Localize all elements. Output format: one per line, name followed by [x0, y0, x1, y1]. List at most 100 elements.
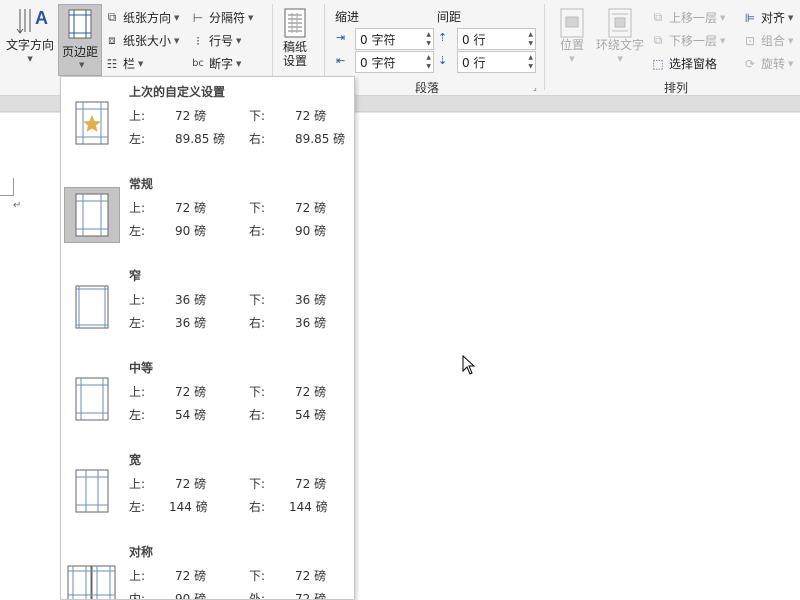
- group-separator: [544, 4, 545, 90]
- preset-left-value: 54 磅: [175, 408, 207, 422]
- group-button[interactable]: ⊡ 组合 ▼: [742, 32, 793, 49]
- columns-label: 栏: [123, 57, 136, 71]
- margins-button[interactable]: 页边距 ▼: [58, 4, 102, 76]
- group-icon: ⊡: [744, 33, 756, 48]
- chevron-down-icon: ▼: [236, 59, 242, 68]
- position-button[interactable]: 位置 ▼: [558, 8, 586, 66]
- chevron-down-icon: ▼: [788, 36, 794, 45]
- preset-name: 对称: [129, 545, 154, 559]
- send-backward-icon: ⧉: [653, 33, 663, 47]
- preset-bottom-value: 36 磅: [295, 293, 327, 307]
- wrap-text-icon: [608, 8, 632, 38]
- spin-arrows-icon[interactable]: ▲ ▼: [528, 30, 533, 48]
- line-numbers-button[interactable]: ⁝ 行号 ▼: [190, 32, 241, 49]
- preset-top-label: 上:: [129, 201, 146, 215]
- bring-forward-button[interactable]: ⧉ 上移一层 ▼: [650, 9, 726, 26]
- preset-right-value: 36 磅: [295, 316, 327, 330]
- size-button[interactable]: ⧈ 纸张大小 ▼: [104, 32, 179, 49]
- spacing-after-value: 0 行: [462, 55, 486, 70]
- preset-top-value: 72 磅: [175, 201, 207, 215]
- margin-preset-last-custom[interactable]: 上次的自定义设置 上: 72 磅 下: 72 磅 左: 89.85 磅 右: 8…: [61, 77, 354, 169]
- chevron-down-icon: ▼: [617, 55, 623, 63]
- wrap-text-button[interactable]: 环绕文字 ▼: [596, 8, 644, 66]
- chevron-down-icon: ▼: [248, 13, 254, 22]
- manuscript-settings-button[interactable]: 稿纸 设置: [282, 8, 308, 68]
- margin-preset-mirrored[interactable]: 对称 上: 72 磅 下: 72 磅 内: 90 磅 外: 72 磅: [61, 537, 354, 600]
- moderate-margins-icon: [64, 371, 120, 427]
- text-direction-button[interactable]: A 文字方向 ▼: [6, 6, 54, 66]
- preset-right-value: 54 磅: [295, 408, 327, 422]
- hyphenation-button[interactable]: bc 断字 ▼: [190, 55, 241, 72]
- bring-forward-label: 上移一层: [669, 11, 718, 25]
- selection-pane-button[interactable]: ⬚ 选择窗格: [650, 55, 717, 72]
- indent-right-value: 0 字符: [360, 55, 396, 70]
- spacing-before-icon: ⇡: [438, 31, 448, 44]
- spacing-before-value: 0 行: [462, 32, 486, 47]
- breaks-icon: ⊢: [192, 10, 204, 25]
- dialog-launcher-icon[interactable]: ⌟: [533, 83, 537, 92]
- star-page-icon: [64, 95, 120, 151]
- columns-icon: ☷: [106, 56, 118, 71]
- spin-arrows-icon[interactable]: ▲ ▼: [426, 30, 431, 48]
- rotate-button[interactable]: ⟳ 旋转 ▼: [742, 55, 793, 72]
- indent-left-value: 0 字符: [360, 32, 396, 47]
- chevron-down-icon: ▼: [174, 13, 180, 22]
- preset-top-label: 上:: [129, 569, 146, 583]
- preset-name: 中等: [129, 361, 154, 375]
- rotate-icon: ⟳: [744, 56, 756, 71]
- preset-bottom-label: 下:: [249, 109, 266, 123]
- indent-right-input[interactable]: 0 字符 ▲ ▼: [355, 51, 434, 73]
- preset-bottom-value: 72 磅: [295, 109, 327, 123]
- preset-inside-label: 内:: [129, 592, 146, 600]
- align-button[interactable]: ⊫ 对齐 ▼: [742, 9, 794, 26]
- breaks-label: 分隔符: [209, 11, 246, 25]
- preset-name: 宽: [129, 453, 142, 467]
- send-backward-button[interactable]: ⧉ 下移一层 ▼: [650, 32, 726, 49]
- spacing-after-input[interactable]: 0 行 ▲ ▼: [457, 51, 536, 73]
- columns-button[interactable]: ☷ 栏 ▼: [104, 55, 144, 72]
- preset-inside-value: 90 磅: [175, 592, 207, 600]
- orientation-label: 纸张方向: [123, 11, 172, 25]
- spin-arrows-icon[interactable]: ▲ ▼: [528, 53, 533, 71]
- preset-bottom-label: 下:: [249, 569, 266, 583]
- preset-top-label: 上:: [129, 477, 146, 491]
- margin-preset-narrow[interactable]: 窄 上: 36 磅 下: 36 磅 左: 36 磅 右: 36 磅: [61, 261, 354, 353]
- preset-outside-label: 外:: [249, 592, 266, 600]
- bring-forward-icon: ⧉: [653, 10, 663, 24]
- manuscript-paper-icon: [284, 8, 306, 38]
- preset-top-value: 36 磅: [175, 293, 207, 307]
- spacing-before-input[interactable]: 0 行 ▲ ▼: [457, 28, 536, 50]
- preset-left-value: 89.85 磅: [175, 132, 226, 146]
- align-label: 对齐: [761, 11, 786, 25]
- paragraph-mark-icon: ↵: [13, 200, 22, 211]
- preset-right-label: 右:: [249, 316, 266, 330]
- indent-left-input[interactable]: 0 字符 ▲ ▼: [355, 28, 434, 50]
- margin-preset-normal[interactable]: 常规 上: 72 磅 下: 72 磅 左: 90 磅 右: 90 磅: [61, 169, 354, 261]
- mirrored-margins-icon: [64, 555, 120, 599]
- preset-bottom-label: 下:: [249, 201, 266, 215]
- breaks-button[interactable]: ⊢ 分隔符 ▼: [190, 9, 254, 26]
- margin-crop-mark: [0, 178, 14, 196]
- preset-right-label: 右:: [249, 224, 266, 238]
- chevron-down-icon: ▼: [569, 55, 575, 63]
- position-label: 位置: [559, 38, 584, 52]
- chevron-down-icon: ▼: [788, 59, 794, 68]
- paragraph-group-label: 段落: [415, 81, 440, 95]
- group-label: 组合: [761, 34, 786, 48]
- preset-right-label: 右:: [249, 500, 266, 514]
- orientation-button[interactable]: ⧉ 纸张方向 ▼: [104, 9, 180, 26]
- margin-preset-moderate[interactable]: 中等 上: 72 磅 下: 72 磅 左: 54 磅 右: 54 磅: [61, 353, 354, 445]
- align-icon: ⊫: [744, 10, 756, 25]
- margin-preset-wide[interactable]: 宽 上: 72 磅 下: 72 磅 左: 144 磅 右: 144 磅: [61, 445, 354, 537]
- preset-outside-value: 72 磅: [295, 592, 327, 600]
- orientation-icon: ⧉: [107, 10, 117, 24]
- preset-name: 窄: [129, 269, 142, 283]
- rotate-label: 旋转: [761, 57, 786, 71]
- arrange-group-label: 排列: [664, 81, 689, 95]
- spin-arrows-icon[interactable]: ▲ ▼: [426, 53, 431, 71]
- preset-left-value: 36 磅: [175, 316, 207, 330]
- preset-right-label: 右:: [249, 132, 266, 146]
- preset-right-label: 右:: [249, 408, 266, 422]
- preset-bottom-value: 72 磅: [295, 477, 327, 491]
- chevron-down-icon: ▼: [720, 13, 726, 22]
